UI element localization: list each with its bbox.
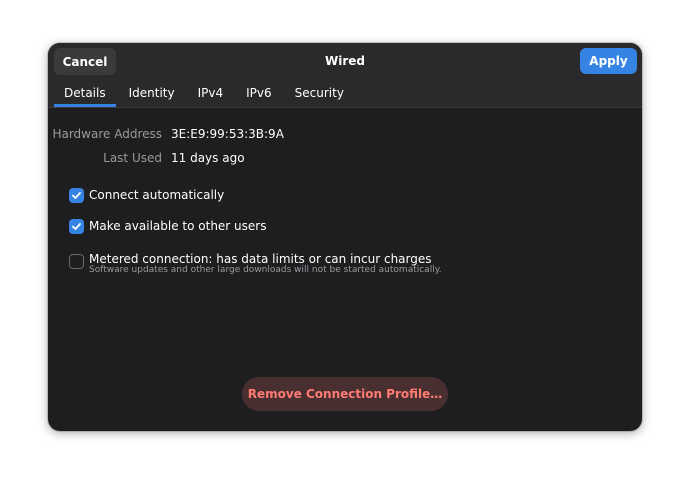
metered-connection-option[interactable]: Metered connection: has data limits or c… (69, 253, 442, 276)
metered-connection-text: Metered connection: has data limits or c… (89, 253, 442, 276)
dialog-title: Wired (325, 54, 365, 68)
connect-automatically-option[interactable]: Connect automatically (69, 187, 224, 207)
tab-details[interactable]: Details (54, 83, 116, 107)
connection-dialog: Cancel Wired Apply Details Identity IPv4… (48, 43, 642, 431)
last-used-value: 11 days ago (171, 151, 245, 165)
metered-connection-sublabel: Software updates and other large downloa… (89, 265, 442, 275)
hardware-address-label: Hardware Address (52, 127, 162, 141)
dialog-header: Cancel Wired Apply Details Identity IPv4… (48, 43, 642, 108)
tab-identity[interactable]: Identity (119, 83, 185, 107)
metered-connection-label: Metered connection: has data limits or c… (89, 252, 432, 266)
hardware-address-value: 3E:E9:99:53:3B:9A (171, 127, 284, 141)
last-used-label: Last Used (103, 151, 162, 165)
connect-automatically-label: Connect automatically (89, 188, 225, 202)
hardware-address-row: Hardware Address 3E:E9:99:53:3B:9A (48, 126, 642, 142)
make-available-checkbox[interactable] (69, 219, 84, 234)
tab-bar: Details Identity IPv4 IPv6 Security (54, 83, 354, 107)
remove-connection-profile-button[interactable]: Remove Connection Profile… (242, 377, 448, 411)
make-available-option[interactable]: Make available to other users (69, 218, 266, 238)
tab-ipv4[interactable]: IPv4 (188, 83, 234, 107)
tab-security[interactable]: Security (285, 83, 354, 107)
checkmark-icon (72, 192, 81, 199)
apply-button[interactable]: Apply (580, 48, 637, 74)
metered-connection-checkbox[interactable] (69, 254, 84, 269)
tab-ipv6[interactable]: IPv6 (236, 83, 282, 107)
checkmark-icon (72, 223, 81, 230)
last-used-row: Last Used 11 days ago (48, 150, 642, 166)
connect-automatically-checkbox[interactable] (69, 188, 84, 203)
make-available-label: Make available to other users (89, 219, 267, 233)
